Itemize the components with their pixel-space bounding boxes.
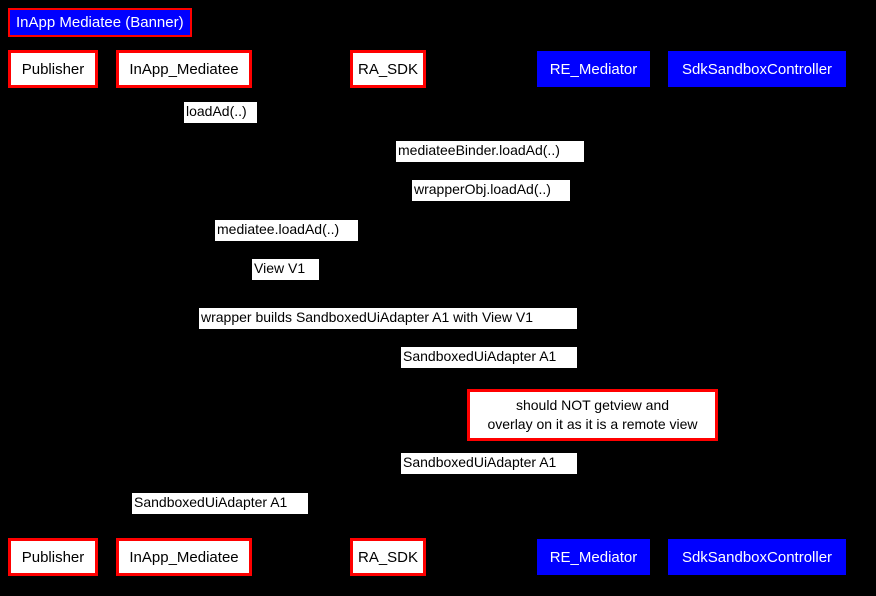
lifeline-remediator [593, 88, 594, 538]
message-label-sandboxeduiadapter-a1-return-3: SandboxedUiAdapter A1 [132, 493, 308, 514]
lifeline-mediatee [184, 88, 185, 538]
participant-publisher-top[interactable]: Publisher [8, 50, 98, 88]
arrow-mediatee-to-rasdk-view [184, 281, 388, 282]
message-label-mediateebinder-loadad: mediateeBinder.loadAd(..) [396, 141, 584, 162]
participant-sdk-sandbox-controller-top[interactable]: SdkSandboxController [668, 51, 846, 87]
diagram-title: InApp Mediatee (Banner) [8, 8, 192, 37]
participant-label: SdkSandboxController [681, 60, 833, 78]
participant-label: RA_SDK [357, 60, 419, 78]
participant-label: Publisher [21, 548, 85, 566]
lifeline-publisher [53, 88, 54, 538]
note-line-2: overlay on it as it is a remote view [487, 416, 698, 432]
participant-label: RE_Mediator [549, 548, 638, 566]
note-line-1: should NOT getview and [515, 397, 670, 413]
arrow-rasdk-to-mediatee [184, 242, 388, 243]
participant-re-mediator-top[interactable]: RE_Mediator [537, 51, 650, 87]
sequence-diagram-canvas: InApp Mediatee (Banner) Publisher InApp_… [0, 0, 876, 596]
lifeline-sandboxctl [757, 88, 758, 538]
participant-publisher-bottom[interactable]: Publisher [8, 538, 98, 576]
note-remote-view-warning: should NOT getview and overlay on it as … [467, 389, 718, 441]
message-label-loadad: loadAd(..) [184, 102, 257, 123]
participant-inapp-mediatee-bottom[interactable]: InApp_Mediatee [116, 538, 252, 576]
participant-label: Publisher [21, 60, 85, 78]
arrow-remediator-to-rasdk [388, 203, 593, 204]
arrow-mediatee-to-publisher-a1 [53, 516, 184, 517]
participant-label: InApp_Mediatee [129, 548, 239, 566]
participant-inapp-mediatee-top[interactable]: InApp_Mediatee [116, 50, 252, 88]
participant-label: SdkSandboxController [681, 548, 833, 566]
arrow-mediatee-to-remediator [184, 164, 593, 165]
participant-ra-sdk-top[interactable]: RA_SDK [350, 50, 426, 88]
message-label-view-v1: View V1 [252, 259, 319, 280]
participant-label: RE_Mediator [549, 60, 638, 78]
message-label-mediatee-loadad: mediatee.loadAd(..) [215, 220, 358, 241]
arrow-rasdk-to-remediator-a1 [388, 370, 593, 371]
message-label-sandboxeduiadapter-a1-return-1: SandboxedUiAdapter A1 [401, 347, 577, 368]
participant-ra-sdk-bottom[interactable]: RA_SDK [350, 538, 426, 576]
participant-sdk-sandbox-controller-bottom[interactable]: SdkSandboxController [668, 539, 846, 575]
message-label-wrapperobj-loadad: wrapperObj.loadAd(..) [412, 180, 570, 201]
message-label-sandboxeduiadapter-a1-return-2: SandboxedUiAdapter A1 [401, 453, 577, 474]
arrow-remediator-to-mediatee-a1 [184, 476, 593, 477]
message-label-wrapper-builds-adapter: wrapper builds SandboxedUiAdapter A1 wit… [199, 308, 577, 329]
participant-re-mediator-bottom[interactable]: RE_Mediator [537, 539, 650, 575]
participant-label: InApp_Mediatee [129, 60, 239, 78]
participant-label: RA_SDK [357, 548, 419, 566]
